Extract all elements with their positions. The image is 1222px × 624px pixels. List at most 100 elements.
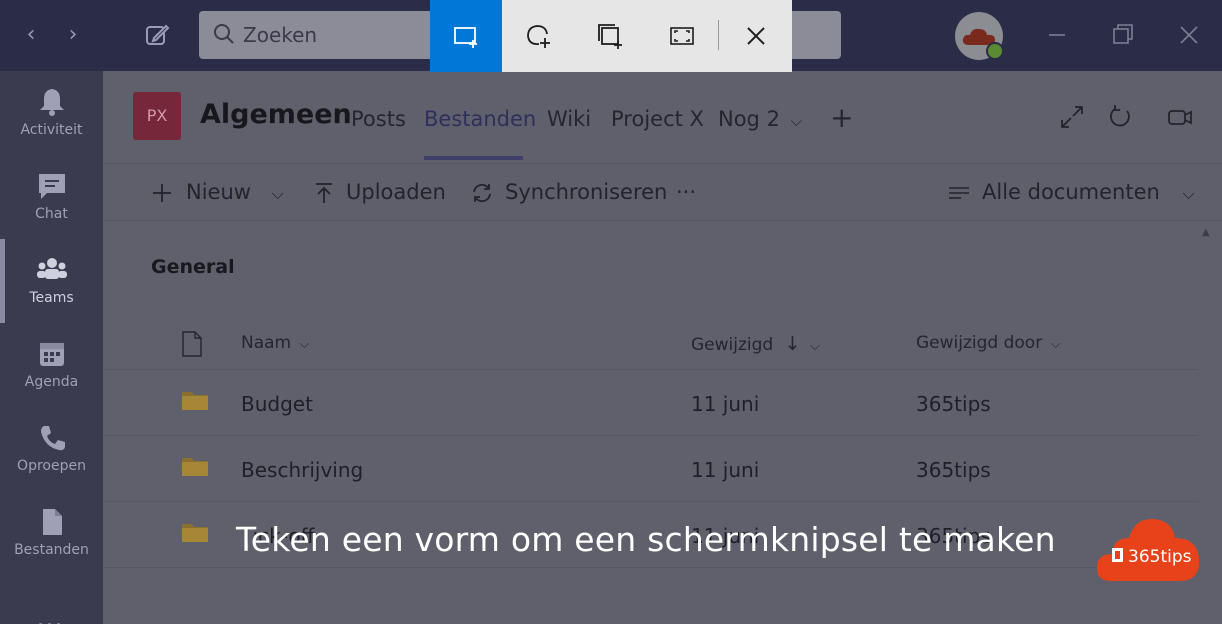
chevron-down-icon: ⌵ bbox=[809, 339, 820, 354]
more-apps-icon[interactable]: ... bbox=[37, 607, 64, 624]
view-selector[interactable]: Alle documenten ⌵ bbox=[948, 180, 1195, 204]
modified-by: 365tips bbox=[916, 392, 991, 416]
chevron-down-icon: ⌵ bbox=[790, 112, 802, 130]
rail-item-teams[interactable]: Teams bbox=[0, 239, 103, 323]
table-row[interactable]: Budget 11 juni 365tips bbox=[103, 369, 1198, 435]
app-rail: Activiteit Chat Teams Agenda Oproepen Be… bbox=[0, 71, 103, 624]
snip-toolbar bbox=[430, 0, 792, 72]
freeform-snip-button[interactable] bbox=[502, 0, 574, 72]
active-tab-indicator bbox=[424, 156, 523, 160]
column-header-modified[interactable]: Gewijzigd ↓ ⌵ bbox=[691, 333, 820, 355]
freeform-snip-icon bbox=[527, 25, 550, 48]
fullscreen-snip-button[interactable] bbox=[646, 0, 718, 72]
table-row[interactable]: Beschrijving 11 juni 365tips bbox=[103, 435, 1198, 501]
rail-label: Agenda bbox=[24, 374, 79, 390]
more-commands-button[interactable]: ··· bbox=[676, 180, 696, 204]
view-selector-label: Alle documenten bbox=[982, 180, 1160, 204]
close-snip-button[interactable] bbox=[720, 0, 792, 72]
chevron-down-icon: ⌵ bbox=[299, 337, 310, 352]
channel-title: Algemeen bbox=[200, 99, 352, 130]
sync-button-label: Synchroniseren bbox=[505, 180, 668, 204]
window-snip-icon bbox=[598, 24, 622, 49]
column-header-modified-label: Gewijzigd bbox=[691, 335, 774, 355]
document-type-icon bbox=[182, 331, 202, 357]
scroll-up-icon[interactable]: ▲ bbox=[1202, 227, 1210, 238]
meet-now-icon[interactable] bbox=[1166, 103, 1194, 131]
chevron-down-icon: ⌵ bbox=[271, 184, 284, 203]
modified-date: 11 juni bbox=[691, 392, 760, 416]
rail-label: Teams bbox=[29, 290, 74, 306]
fullscreen-snip-icon bbox=[670, 27, 694, 45]
document-library: ▲ General Naam ⌵ Gewijzigd ↓ ⌵ Gewijzigd… bbox=[103, 221, 1222, 624]
rail-item-chat[interactable]: Chat bbox=[0, 155, 103, 239]
chevron-left-icon[interactable]: ‹ bbox=[18, 22, 44, 48]
column-header-modified-by[interactable]: Gewijzigd door ⌵ bbox=[916, 333, 1060, 353]
rectangular-snip-button[interactable] bbox=[430, 0, 502, 72]
modified-by: 365tips bbox=[916, 458, 991, 482]
tab-bestanden[interactable]: Bestanden bbox=[424, 107, 536, 131]
presence-available-icon bbox=[986, 42, 1004, 60]
chevron-down-icon: ⌵ bbox=[1182, 184, 1195, 203]
list-view-icon bbox=[949, 187, 969, 199]
folder-icon bbox=[182, 458, 208, 476]
rail-label: Chat bbox=[35, 206, 68, 222]
sort-descending-icon: ↓ bbox=[784, 333, 801, 355]
new-button[interactable]: Nieuw ⌵ bbox=[151, 180, 284, 204]
tab-project-x[interactable]: Project X bbox=[611, 107, 704, 131]
new-button-label: Nieuw bbox=[186, 180, 251, 204]
upload-button[interactable]: Uploaden bbox=[313, 180, 446, 204]
search-placeholder: Zoeken bbox=[243, 23, 318, 47]
refresh-icon[interactable] bbox=[1106, 103, 1134, 131]
folder-icon bbox=[182, 392, 208, 410]
chevron-down-icon: ⌵ bbox=[1050, 337, 1061, 352]
upload-icon bbox=[316, 183, 332, 203]
restore-icon[interactable] bbox=[1106, 18, 1140, 52]
chevron-right-icon[interactable]: › bbox=[60, 22, 86, 48]
rail-item-oproepen[interactable]: Oproepen bbox=[0, 407, 103, 491]
tab-wiki[interactable]: Wiki bbox=[547, 107, 591, 131]
file-name[interactable]: Beschrijving bbox=[241, 458, 363, 482]
rail-item-agenda[interactable]: Agenda bbox=[0, 323, 103, 407]
tab-posts[interactable]: Posts bbox=[351, 107, 406, 131]
toolbar-separator bbox=[718, 20, 719, 50]
expand-icon[interactable] bbox=[1058, 103, 1086, 131]
row-divider bbox=[103, 567, 1198, 568]
calendar-icon bbox=[40, 343, 64, 366]
command-bar: Nieuw ⌵ Uploaden Synchroniseren ··· Alle… bbox=[103, 163, 1222, 221]
sync-button[interactable]: Synchroniseren bbox=[471, 180, 667, 204]
window-close-icon[interactable] bbox=[1172, 18, 1206, 52]
compose-icon[interactable] bbox=[144, 22, 170, 48]
file-name[interactable]: Budget bbox=[241, 392, 313, 416]
chat-icon bbox=[39, 174, 65, 199]
rectangle-snip-icon bbox=[454, 27, 477, 48]
channel-header: PX Algemeen Posts Bestanden Wiki Project… bbox=[103, 71, 1222, 163]
tab-more[interactable]: Nog 2 ⌵ bbox=[718, 107, 802, 131]
minimize-icon[interactable] bbox=[1040, 18, 1074, 52]
add-tab-button[interactable]: + bbox=[830, 101, 853, 134]
folder-icon bbox=[182, 524, 208, 542]
snip-instruction: Teken een vorm om een schermknipsel te m… bbox=[236, 520, 1056, 559]
plus-icon bbox=[153, 184, 171, 202]
sync-icon bbox=[473, 183, 491, 203]
close-icon bbox=[747, 27, 765, 45]
upload-button-label: Uploaden bbox=[346, 180, 446, 204]
file-icon bbox=[43, 509, 62, 535]
rail-label: Activiteit bbox=[20, 122, 83, 138]
library-title: General bbox=[151, 256, 235, 278]
rail-label: Oproepen bbox=[17, 458, 86, 474]
search-icon bbox=[214, 24, 234, 44]
rail-item-activiteit[interactable]: Activiteit bbox=[0, 71, 103, 155]
badge-text: 365tips bbox=[1128, 547, 1192, 567]
team-avatar[interactable]: PX bbox=[133, 92, 181, 140]
phone-icon bbox=[41, 426, 65, 451]
rail-label: Bestanden bbox=[14, 542, 89, 558]
bell-icon bbox=[40, 89, 64, 116]
modified-date: 11 juni bbox=[691, 458, 760, 482]
rail-item-bestanden[interactable]: Bestanden bbox=[0, 491, 103, 575]
teams-icon bbox=[37, 258, 67, 279]
window-snip-button[interactable] bbox=[574, 0, 646, 72]
column-header-name[interactable]: Naam ⌵ bbox=[241, 333, 309, 353]
column-header-modified-by-label: Gewijzigd door bbox=[916, 333, 1043, 353]
column-header-name-label: Naam bbox=[241, 333, 292, 353]
tab-more-label: Nog 2 bbox=[718, 107, 780, 131]
